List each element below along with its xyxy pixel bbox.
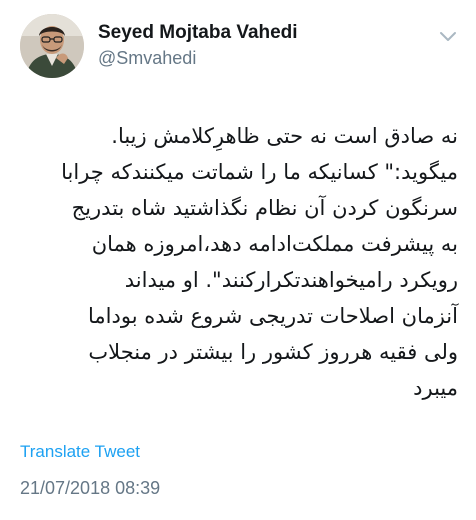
tweet-menu-button[interactable] — [438, 30, 458, 44]
chevron-down-icon — [440, 32, 456, 41]
author-handle[interactable]: @Smvahedi — [98, 48, 196, 69]
tweet-text-line: به پیشرفت مملکت‌ادامه دهد،امروزه همان — [91, 232, 458, 256]
tweet-text: نه صادق است نه حتی ظاهرِکلامش زیبا. میگو… — [20, 118, 458, 406]
author-display-name[interactable]: Seyed Mojtaba Vahedi — [98, 22, 298, 44]
profile-photo — [20, 14, 84, 78]
tweet-text-line: میبرد — [413, 376, 458, 400]
avatar[interactable] — [20, 14, 84, 78]
tweet-text-line: سرنگون کردن آن نظام نگذاشتید شاه بتدریج — [71, 196, 458, 220]
tweet-timestamp[interactable]: 21/07/2018 08:39 — [20, 478, 160, 499]
tweet-text-line: آنزمان اصلاحات تدریجی شروع شده بوداما — [88, 304, 458, 328]
tweet-text-line: ولی فقیه هرروز کشور را بیشتر در منجلاب — [88, 340, 458, 364]
tweet-text-line: رویکرد رامیخواهندتکرارکنند". او میداند — [124, 268, 458, 292]
tweet-text-line: میگوید:" کسانیکه ما را شماتت میکنندکه چر… — [61, 160, 458, 184]
translate-tweet-link[interactable]: Translate Tweet — [20, 442, 140, 462]
tweet-text-line: نه صادق است نه حتی ظاهرِکلامش زیبا. — [111, 124, 458, 148]
tweet-card: Seyed Mojtaba Vahedi @Smvahedi نه صادق ا… — [0, 0, 476, 520]
